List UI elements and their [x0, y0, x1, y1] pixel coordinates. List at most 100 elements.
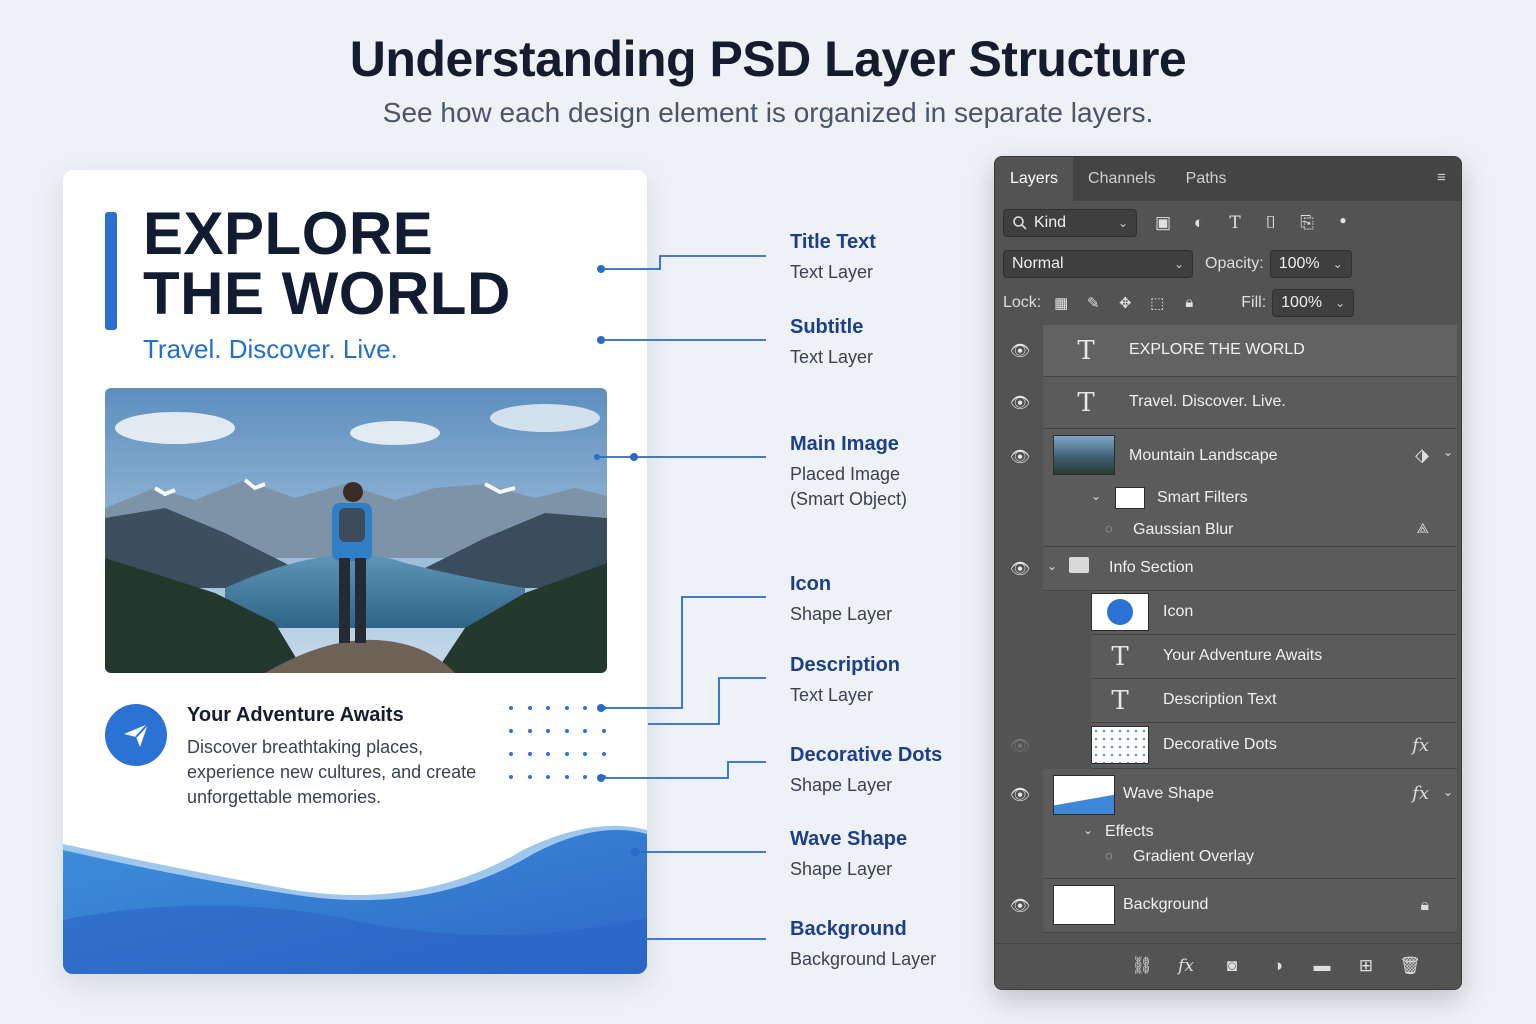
main-image [105, 388, 607, 673]
info-title: Your Adventure Awaits [187, 704, 404, 726]
new-layer-icon[interactable]: ⊞ [1355, 956, 1377, 978]
eye-icon[interactable]: ◌ [1105, 848, 1113, 863]
page-subtitle: See how each design element is organized… [382, 97, 1154, 128]
dot [601, 752, 606, 756]
add-mask-icon[interactable]: ◙ [1221, 956, 1243, 978]
label-decorative-dots: Decorative Dots Shape Layer [790, 744, 942, 798]
label-type: Shape Layer [790, 775, 893, 795]
poster-title-line1: EXPLORE [143, 200, 434, 267]
filter-mask-thumbnail [1115, 487, 1145, 509]
opacity-input[interactable]: 100% ⌄ [1269, 250, 1352, 278]
dot [583, 706, 587, 710]
tab-layers[interactable]: Layers [995, 157, 1074, 201]
eye-icon[interactable]: 👁︎ [1007, 393, 1033, 413]
layer-icon[interactable]: Icon [995, 591, 1461, 635]
eye-icon[interactable]: 👁︎ [1007, 785, 1033, 805]
dot [564, 752, 569, 756]
label-icon: Icon Shape Layer [790, 573, 892, 627]
filter-shape-icon[interactable]: ⌷ [1257, 213, 1285, 233]
label-subtitle: Subtitle Text Layer [790, 316, 873, 370]
layer-decorative-dots[interactable]: 👁︎ Decorative Dots fx [995, 723, 1461, 769]
label-type: Text Layer [790, 347, 874, 367]
poster-subtitle: Travel. Discover. Live. [143, 334, 398, 364]
layer-description-text[interactable]: T Description Text [995, 679, 1461, 723]
chevron-down-icon: ⌄ [1335, 296, 1346, 310]
label-name: Background [790, 918, 907, 940]
fx-icon[interactable]: fx [1412, 735, 1429, 756]
label-description: Description Text Layer [790, 654, 900, 708]
dot [527, 752, 532, 756]
eye-icon[interactable]: 👁︎ [1007, 559, 1033, 579]
layer-subtitle-text[interactable]: 👁︎ T Travel. Discover. Live. [995, 377, 1461, 429]
lock-position-icon[interactable]: ✥ [1111, 294, 1139, 312]
label-name: Subtitle [790, 316, 864, 338]
chevron-down-icon[interactable]: ⌄ [1083, 823, 1093, 837]
layer-name: Gaussian Blur [1133, 521, 1234, 538]
filter-adjustment-icon[interactable]: ◐ [1185, 213, 1213, 233]
lock-all-icon[interactable]: 🔒︎ [1175, 294, 1203, 312]
image-thumbnail [1053, 435, 1115, 475]
lock-transparent-icon[interactable]: ▦ [1047, 294, 1075, 312]
background-thumbnail [1053, 885, 1115, 925]
dot [546, 729, 550, 733]
eye-icon[interactable]: 👁︎ [1007, 341, 1033, 361]
panel-menu-icon[interactable]: ≡ [1437, 170, 1451, 186]
delete-layer-icon[interactable]: 🗑︎ [1399, 956, 1421, 978]
eye-icon[interactable]: 👁︎ [1007, 896, 1033, 916]
filter-kind-select[interactable]: Kind ⌄ [1003, 209, 1137, 237]
eye-icon[interactable]: 👁︎ [1007, 736, 1033, 756]
lock-artboard-icon[interactable]: ⬚ [1143, 294, 1171, 312]
blend-mode-select[interactable]: Normal ⌄ [1003, 250, 1193, 278]
layer-title-text[interactable]: 👁︎ T EXPLORE THE WORLD [995, 325, 1461, 377]
label-type: Shape Layer [790, 604, 893, 624]
new-adjustment-icon[interactable]: ◑ [1267, 956, 1289, 978]
fill-input[interactable]: 100% ⌄ [1272, 289, 1355, 317]
dot [509, 706, 513, 710]
layer-name: Info Section [1109, 559, 1194, 576]
layer-name: Effects [1105, 823, 1154, 840]
chevron-down-icon[interactable]: ⌄ [1443, 445, 1453, 459]
filter-type-icon[interactable]: T [1221, 213, 1249, 233]
chevron-down-icon[interactable]: ⌄ [1047, 559, 1057, 573]
decorative-dots [505, 702, 615, 784]
poster-title-line2: THE WORLD [143, 260, 511, 327]
filter-toggle-icon[interactable]: ● [1329, 213, 1357, 233]
filter-pixel-icon[interactable]: ▣ [1149, 213, 1177, 233]
lock-brush-icon[interactable]: ✎ [1079, 294, 1107, 312]
chevron-down-icon[interactable]: ⌄ [1443, 785, 1453, 799]
fx-icon[interactable]: fx [1412, 783, 1429, 804]
filter-kind-label: Kind [1034, 214, 1067, 231]
text-layer-icon: T [1111, 642, 1129, 672]
search-icon [1013, 216, 1027, 230]
add-style-icon[interactable]: fx [1175, 956, 1197, 978]
lock-row: Lock: ▦ ✎ ✥ ⬚ 🔒︎ Fill: 100% ⌄ [1003, 289, 1355, 317]
layer-group-info-section[interactable]: 👁︎ ⌄ Info Section [995, 547, 1461, 591]
eye-icon[interactable]: ◌ [1105, 521, 1113, 536]
dot [509, 729, 513, 733]
label-name: Icon [790, 573, 832, 595]
label-name: Main Image [790, 433, 899, 455]
dot [601, 706, 606, 710]
text-layer-icon: T [1077, 336, 1095, 366]
filter-row: Kind ⌄ ▣ ◐ T ⌷ ⎘ ● [1003, 209, 1357, 237]
tab-channels[interactable]: Channels [1073, 157, 1171, 201]
layer-adventure-text[interactable]: T Your Adventure Awaits [995, 635, 1461, 679]
dot [564, 706, 569, 710]
new-group-icon[interactable]: ▬ [1311, 956, 1333, 978]
chevron-down-icon[interactable]: ⌄ [1091, 489, 1101, 503]
eye-icon[interactable]: 👁︎ [1007, 447, 1033, 467]
text-layer-icon: T [1111, 686, 1129, 716]
icon-thumbnail [1091, 593, 1149, 631]
layer-wave-shape[interactable]: 👁︎ Wave Shape fx ⌄ ⌄ Effects ◌ Gradient … [995, 769, 1461, 879]
layer-background[interactable]: 👁︎ Background 🔒︎ [995, 879, 1461, 933]
filter-options-icon[interactable]: ⟁ [1417, 521, 1430, 537]
text-layer-icon: T [1077, 388, 1095, 418]
layer-name: Smart Filters [1157, 489, 1248, 506]
dot [564, 775, 569, 779]
dot [601, 729, 606, 733]
layer-name: Mountain Landscape [1129, 447, 1278, 464]
filter-smart-object-icon[interactable]: ⎘ [1293, 213, 1321, 233]
tab-paths[interactable]: Paths [1171, 157, 1242, 201]
link-layers-icon[interactable]: ⛓ [1131, 956, 1153, 978]
layer-mountain-landscape[interactable]: 👁︎ Mountain Landscape ⬗ ⌄ ⌄ Smart Filter… [995, 429, 1461, 547]
